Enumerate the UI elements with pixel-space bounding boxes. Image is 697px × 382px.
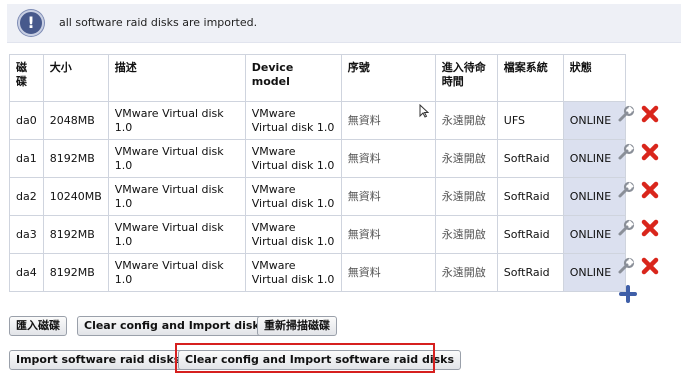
cell-disk: da0: [9, 101, 44, 140]
highlight-box: [175, 343, 435, 373]
col-header-status: 狀態: [562, 54, 626, 102]
delete-icon[interactable]: [641, 143, 659, 161]
disk-table-container: 磁碟 大小 描述 Device model 序號 進入待命時間 檔案系統 狀態 …: [9, 54, 626, 292]
cell-status: ONLINE: [562, 139, 626, 178]
cell-size: 8192MB: [42, 253, 109, 292]
notice-bar: ! all software raid disks are imported.: [7, 4, 681, 43]
col-header-serial: 序號: [340, 54, 436, 102]
cell-filesystem: SoftRaid: [496, 177, 564, 216]
cell-standby: 永遠開啟: [434, 139, 498, 178]
delete-icon[interactable]: [641, 181, 659, 199]
cell-serial: 無資料: [340, 253, 436, 292]
rescan-disks-button[interactable]: 重新掃描磁碟: [257, 316, 337, 336]
cell-filesystem: SoftRaid: [496, 139, 564, 178]
cell-status: ONLINE: [562, 253, 626, 292]
wrench-icon[interactable]: [617, 181, 635, 199]
cell-size: 8192MB: [42, 139, 109, 178]
row-actions: [617, 254, 667, 278]
cell-standby: 永遠開啟: [434, 177, 498, 216]
table-row: da2 10240MB VMware Virtual disk 1.0 VMwa…: [9, 177, 626, 216]
table-row: da3 8192MB VMware Virtual disk 1.0 VMwar…: [9, 215, 626, 254]
row-actions: [617, 178, 667, 202]
cell-filesystem: SoftRaid: [496, 215, 564, 254]
cell-description: VMware Virtual disk 1.0: [107, 215, 246, 254]
import-disks-button[interactable]: 匯入磁碟: [9, 316, 67, 336]
cell-standby: 永遠開啟: [434, 253, 498, 292]
cell-device-model: VMware Virtual disk 1.0: [244, 215, 342, 254]
cell-serial: 無資料: [340, 215, 436, 254]
cell-status: ONLINE: [562, 177, 626, 216]
cell-filesystem: UFS: [496, 101, 564, 140]
row-actions: [617, 140, 667, 164]
cell-size: 8192MB: [42, 215, 109, 254]
cell-disk: da1: [9, 139, 44, 178]
wrench-icon[interactable]: [617, 257, 635, 275]
cell-size: 2048MB: [42, 101, 109, 140]
notice-message: all software raid disks are imported.: [59, 16, 258, 29]
mouse-cursor-icon: [419, 104, 429, 118]
col-header-filesystem: 檔案系統: [496, 54, 564, 102]
cell-size: 10240MB: [42, 177, 109, 216]
cell-standby: 永遠開啟: [434, 215, 498, 254]
col-header-description: 描述: [107, 54, 246, 102]
cell-description: VMware Virtual disk 1.0: [107, 101, 246, 140]
cell-device-model: VMware Virtual disk 1.0: [244, 139, 342, 178]
cell-description: VMware Virtual disk 1.0: [107, 253, 246, 292]
row-actions: [617, 216, 667, 240]
delete-icon[interactable]: [641, 219, 659, 237]
cell-standby: 永遠開啟: [434, 101, 498, 140]
table-header-row: 磁碟 大小 描述 Device model 序號 進入待命時間 檔案系統 狀態: [9, 54, 626, 102]
cell-filesystem: SoftRaid: [496, 253, 564, 292]
cell-device-model: VMware Virtual disk 1.0: [244, 253, 342, 292]
wrench-icon[interactable]: [617, 105, 635, 123]
wrench-icon[interactable]: [617, 143, 635, 161]
wrench-icon[interactable]: [617, 219, 635, 237]
delete-icon[interactable]: [641, 105, 659, 123]
table-row: da1 8192MB VMware Virtual disk 1.0 VMwar…: [9, 139, 626, 178]
col-header-size: 大小: [42, 54, 109, 102]
table-row: da0 2048MB VMware Virtual disk 1.0 VMwar…: [9, 101, 626, 140]
col-header-standby-time: 進入待命時間: [434, 54, 498, 102]
cell-device-model: VMware Virtual disk 1.0: [244, 177, 342, 216]
cell-status: ONLINE: [562, 215, 626, 254]
col-header-device-model: Device model: [244, 54, 342, 102]
table-row: da4 8192MB VMware Virtual disk 1.0 VMwar…: [9, 253, 626, 292]
import-software-raid-button[interactable]: Import software raid disks: [9, 350, 188, 370]
delete-icon[interactable]: [641, 257, 659, 275]
col-header-disk: 磁碟: [9, 54, 44, 102]
cell-device-model: VMware Virtual disk 1.0: [244, 101, 342, 140]
cell-disk: da3: [9, 215, 44, 254]
disk-table: 磁碟 大小 描述 Device model 序號 進入待命時間 檔案系統 狀態 …: [9, 54, 626, 292]
cell-status: ONLINE: [562, 101, 626, 140]
cell-serial: 無資料: [340, 139, 436, 178]
exclamation-icon: !: [18, 10, 44, 36]
cell-serial: 無資料: [340, 177, 436, 216]
cell-description: VMware Virtual disk 1.0: [107, 177, 246, 216]
cell-disk: da4: [9, 253, 44, 292]
row-actions: [617, 102, 667, 126]
cell-description: VMware Virtual disk 1.0: [107, 139, 246, 178]
clear-config-import-disks-button[interactable]: Clear config and Import disks: [77, 316, 274, 336]
cell-disk: da2: [9, 177, 44, 216]
plus-icon[interactable]: [619, 285, 637, 303]
